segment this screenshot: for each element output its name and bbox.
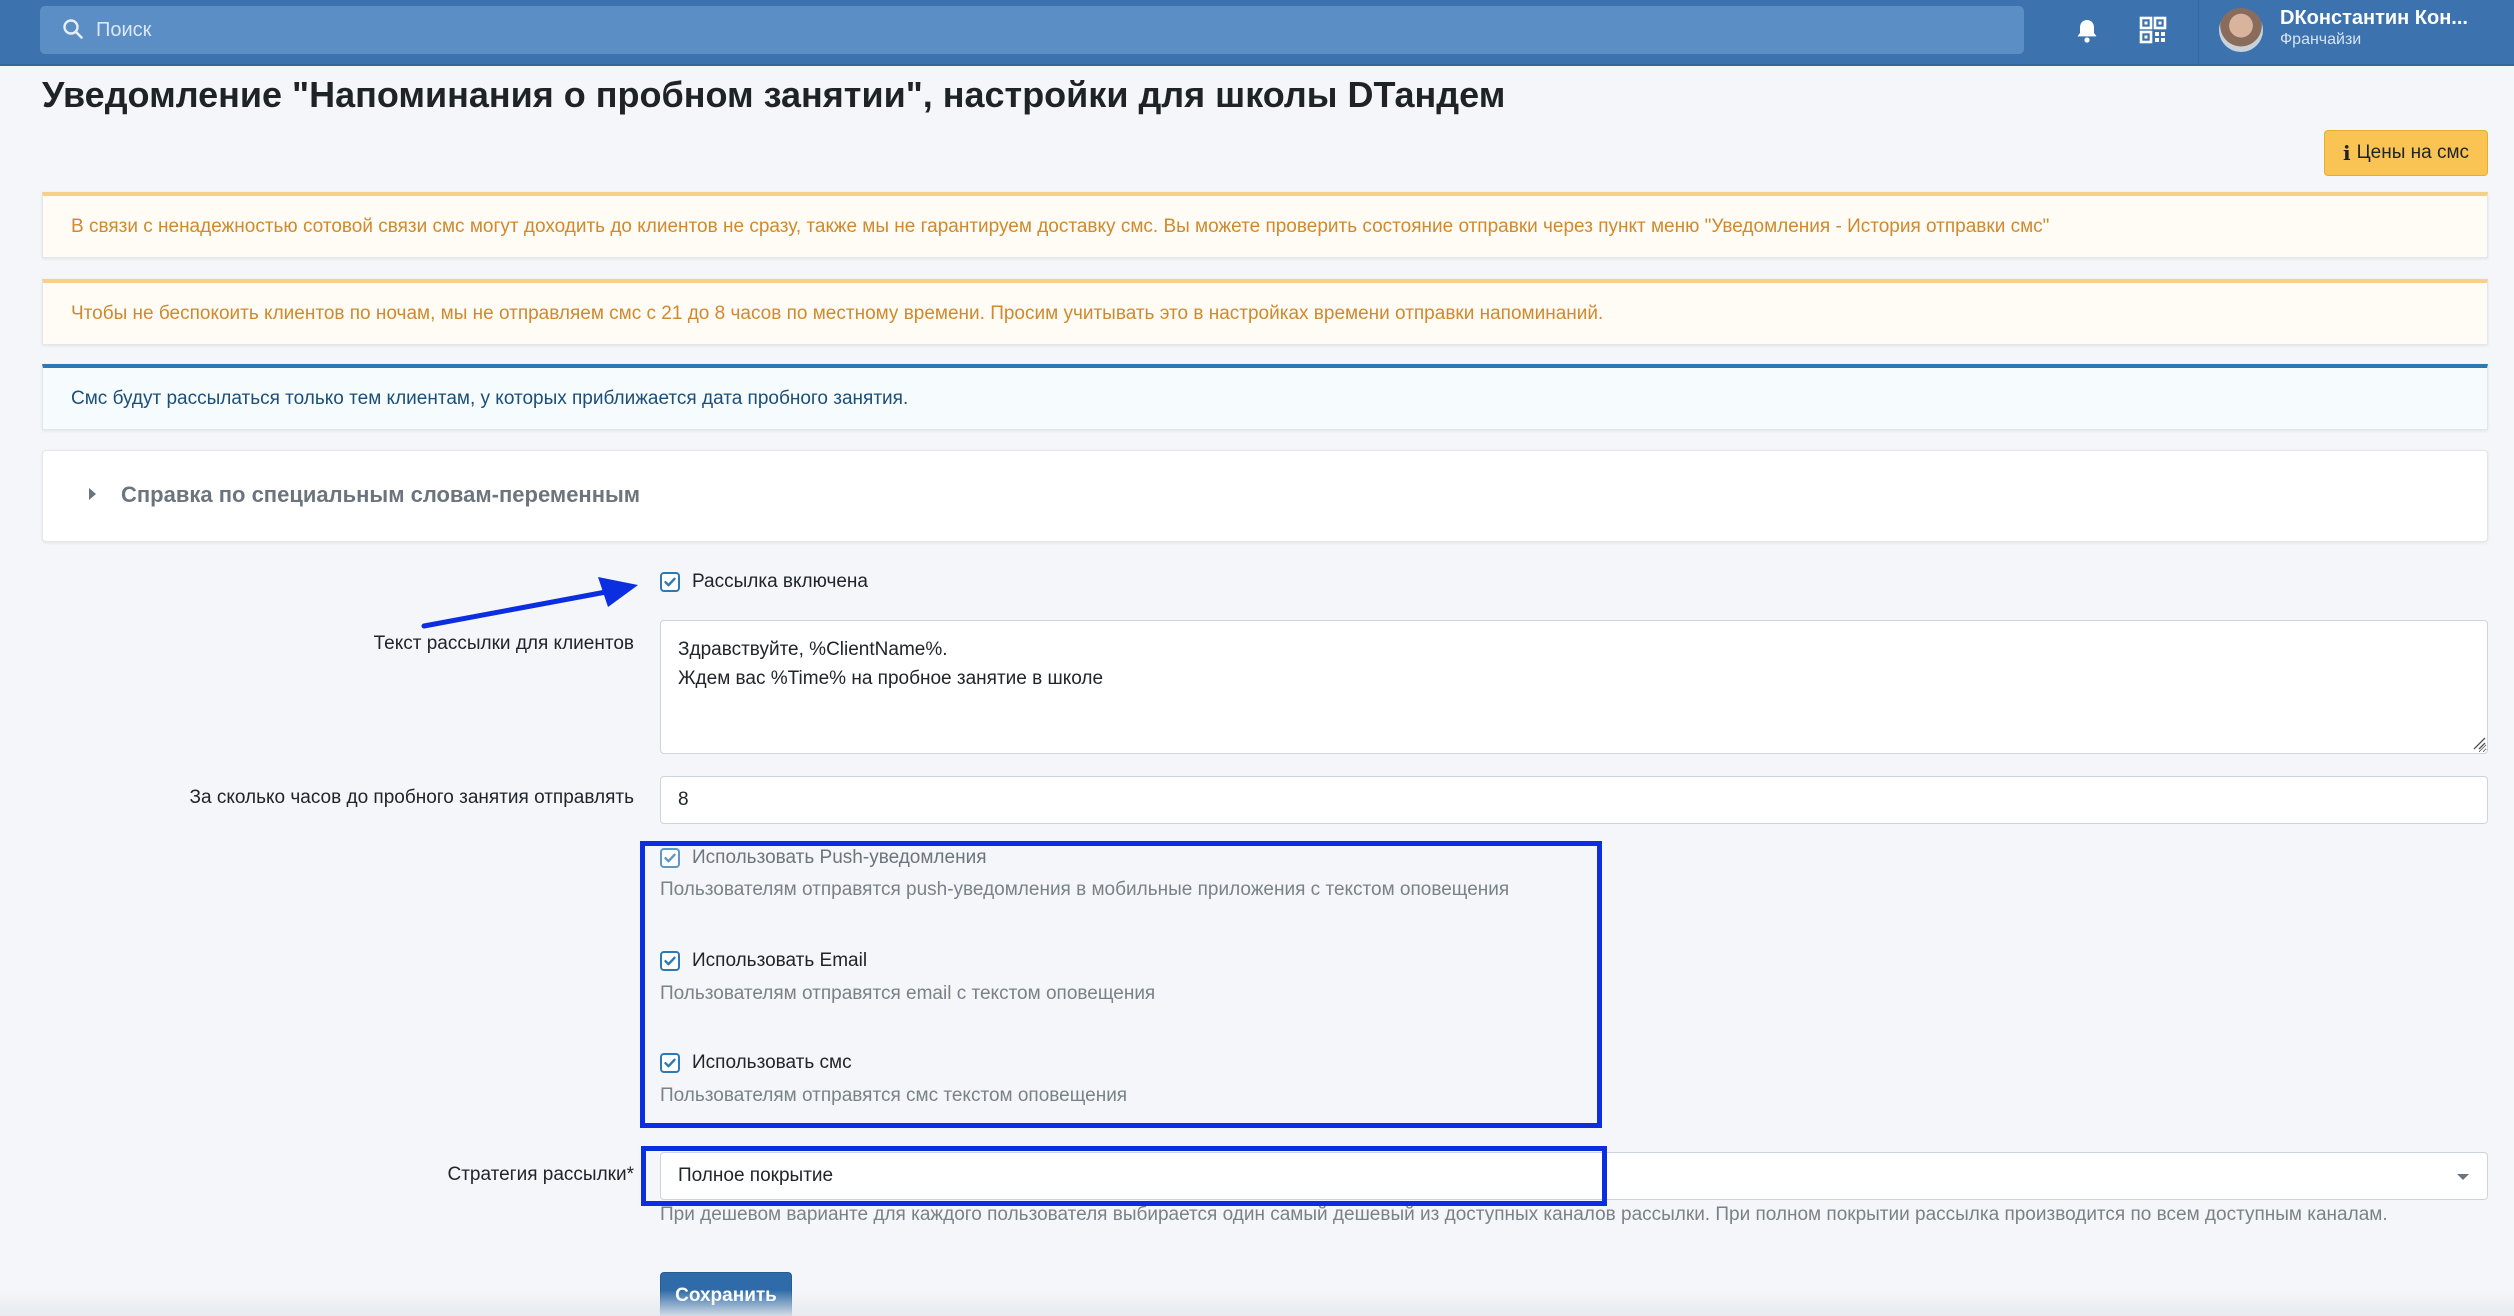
hours-before-input[interactable]: 8: [660, 776, 2488, 824]
sms-delivery-warning: В связи с ненадежностью сотовой связи см…: [42, 192, 2488, 258]
night-time-warning: Чтобы не беспокоить клиентов по ночам, м…: [42, 279, 2488, 345]
message-text-label: Текст рассылки для клиентов: [373, 633, 634, 654]
mailing-enabled-checkbox[interactable]: [660, 572, 680, 592]
trial-lesson-info: Смс будут рассылаться только тем клиента…: [42, 364, 2488, 430]
hours-before-value: 8: [678, 789, 689, 810]
variables-help-label: Справка по специальным словам-переменным: [121, 482, 641, 507]
hours-before-label: За сколько часов до пробного занятия отп…: [189, 787, 634, 808]
sms-prices-button[interactable]: i Цены на смс: [2324, 130, 2488, 176]
strategy-highlight-box: [641, 1146, 1607, 1206]
user-name[interactable]: DКонстантин Кон...: [2280, 7, 2468, 30]
callout-text: Чтобы не беспокоить клиентов по ночам, м…: [71, 302, 1604, 324]
caret-right-icon: [89, 488, 96, 500]
top-navbar: DКонстантин Кон... Франчайзи: [0, 0, 2514, 66]
annotation-arrow: [421, 577, 638, 629]
channels-highlight-box: [640, 841, 1602, 1128]
search-box[interactable]: [40, 6, 2024, 54]
mailing-enabled-label[interactable]: Рассылка включена: [692, 571, 868, 593]
avatar[interactable]: [2219, 8, 2263, 52]
navbar-divider: [2198, 0, 2199, 66]
callout-text: В связи с ненадежностью сотовой связи см…: [71, 215, 2050, 237]
bottom-fade: [0, 1290, 2514, 1316]
qr-code-icon[interactable]: [2139, 16, 2167, 44]
info-icon: i: [2342, 141, 2351, 165]
user-role: Франчайзи: [2280, 31, 2362, 48]
search-input[interactable]: [96, 6, 1996, 54]
search-icon: [63, 19, 83, 39]
strategy-help-text: При дешевом варианте для каждого пользов…: [660, 1204, 2388, 1225]
page-title: Уведомление "Напоминания о пробном занят…: [42, 74, 1506, 115]
bell-icon[interactable]: [2074, 17, 2100, 45]
strategy-label: Стратегия рассылки*: [447, 1164, 634, 1185]
resize-handle-icon[interactable]: [2470, 734, 2486, 750]
save-button[interactable]: Сохранить: [660, 1272, 792, 1316]
variables-help-toggle[interactable]: Справка по специальным словам-переменным: [42, 450, 2488, 542]
chevron-down-icon: [2457, 1174, 2469, 1180]
callout-text: Смс будут рассылаться только тем клиента…: [71, 387, 909, 409]
sms-prices-label: Цены на смс: [2356, 142, 2470, 163]
check-icon: [664, 577, 676, 587]
message-text-area[interactable]: Здравствуйте, %ClientName%. Ждем вас %Ti…: [660, 620, 2488, 754]
